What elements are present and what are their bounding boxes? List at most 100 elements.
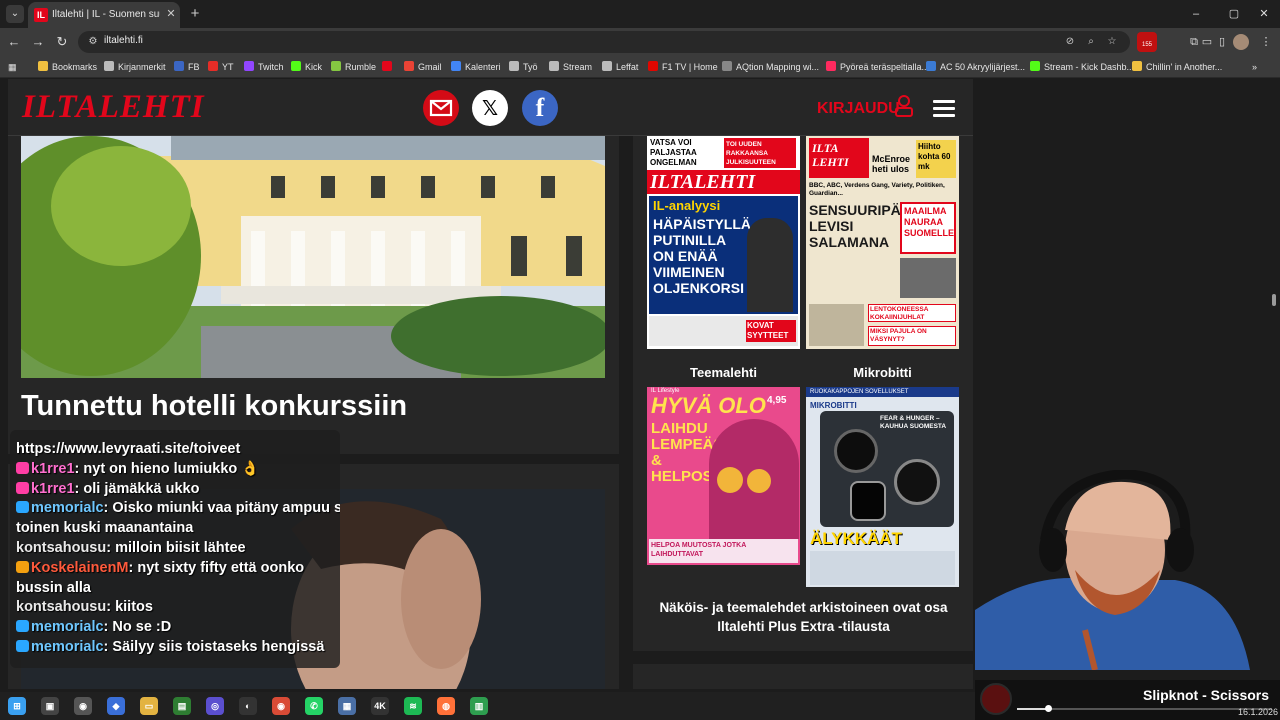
address-bar[interactable]: ⚙ iltalehti.fi ⊘ ⌕ ☆ <box>78 31 1130 53</box>
cover-watches-photo: FEAR & HUNGER – KAUHUA SUOMESTA <box>820 411 954 527</box>
tab-search-button[interactable]: ⌄ <box>6 5 24 23</box>
bookmark-bookmarks[interactable]: Bookmarks <box>38 60 97 74</box>
iltalehti-logo[interactable]: ILTALEHTI <box>22 89 204 125</box>
bookmark-kalenteri[interactable]: Kalenteri <box>451 60 501 74</box>
minimize-button[interactable]: – <box>1188 6 1204 22</box>
iltalehti-archive-cover[interactable]: ILTA LEHTI McEnroe heti ulos Hiihto koht… <box>806 136 959 349</box>
zoom-icon[interactable]: ⌕ <box>1084 35 1098 49</box>
bookmark-leffat[interactable]: Leffat <box>602 60 638 74</box>
shop-icon <box>826 61 836 71</box>
cover-bottom <box>810 551 955 585</box>
file-explorer-icon[interactable]: ▭ <box>140 697 158 715</box>
bookmark-label: Kalenteri <box>465 62 501 72</box>
teemalehti-cover[interactable]: IL Lifestyle HYVÄ OLO 4,95 LAIHDU LEMPEÄ… <box>647 387 800 565</box>
aqtion-icon <box>722 61 732 71</box>
new-tab-button[interactable]: + <box>186 5 204 23</box>
app-icon[interactable]: ▤ <box>173 697 191 715</box>
chat-message: k1rre1: nyt on hieno lumiukko 👌 <box>16 460 259 478</box>
f1-icon <box>648 61 658 71</box>
app-icon[interactable]: ▥ <box>470 697 488 715</box>
cover-kicker: IL-analyysi <box>653 198 721 213</box>
bookmark-pyöreä-teräspeltialla[interactable]: Pyöreä teräspeltialla... <box>826 60 929 74</box>
bookmarks-overflow-icon[interactable]: » <box>1252 60 1257 74</box>
bookmark-chillin-in-another[interactable]: Chillin' in Another... <box>1132 60 1222 74</box>
bookmark-rumble[interactable]: Rumble <box>331 60 376 74</box>
close-window-button[interactable]: ✕ <box>1256 6 1272 22</box>
chrome-icon[interactable]: ◉ <box>272 697 290 715</box>
iltalehti-cover-today[interactable]: VATSA VOI PALJASTAA ONGELMAN TOI UUDEN R… <box>647 136 800 349</box>
chat-badge-icon <box>16 620 29 633</box>
mikrobitti-cover[interactable]: RUOKAKAPPOJEN SOVELLUKSET MIKROBITTI FEA… <box>806 387 959 587</box>
putin-photo <box>747 218 793 312</box>
chat-text: : kiitos <box>106 599 153 616</box>
task-view-icon[interactable]: ▣ <box>41 697 59 715</box>
site-info-icon[interactable]: ⚙ <box>86 35 100 49</box>
archive-note-text[interactable]: Näköis- ja teemalehdet arkistoineen ovat… <box>641 598 966 638</box>
cast-icon[interactable]: ▭ <box>1199 34 1215 50</box>
now-playing-title: Slipknot - Scissors <box>1143 687 1270 703</box>
bookmark-star-icon[interactable]: ☆ <box>1105 35 1119 49</box>
bookmark-label: Chillin' in Another... <box>1146 62 1223 72</box>
cover-fruit <box>747 469 771 493</box>
whatsapp-icon[interactable]: ✆ <box>305 697 323 715</box>
bookmark-ac-50-akryylijärjest[interactable]: AC 50 Akryylijärjest... <box>926 60 1025 74</box>
bookmark-gmail[interactable]: Gmail <box>404 60 442 74</box>
bookmark-stream[interactable]: Stream <box>549 60 592 74</box>
app-icon[interactable]: ◎ <box>206 697 224 715</box>
playback-progress-bar[interactable] <box>1017 705 1272 712</box>
scrollbar-thumb[interactable] <box>1272 294 1276 306</box>
back-icon[interactable]: ← <box>6 34 22 50</box>
bookmark-f1-tv-home[interactable]: F1 TV | Home <box>648 60 718 74</box>
spotify-icon[interactable]: ≋ <box>404 697 422 715</box>
mail-icon[interactable] <box>423 90 459 126</box>
hamburger-menu-icon[interactable] <box>933 100 955 117</box>
forward-icon[interactable]: → <box>30 34 46 50</box>
reload-icon[interactable]: ↻ <box>54 34 70 50</box>
hotel-photo[interactable] <box>21 136 605 378</box>
chat-text: : No se :D <box>103 619 172 636</box>
chat-message: memorialc: Säilyy siis toistaseks hengis… <box>16 638 324 656</box>
app-icon[interactable]: ▦ <box>338 697 356 715</box>
app-icon[interactable]: ◉ <box>74 697 92 715</box>
tab-close-icon[interactable]: ✕ <box>164 7 178 21</box>
bookmark-kirjanmerkit[interactable]: Kirjanmerkit <box>104 60 166 74</box>
url-text[interactable]: iltalehti.fi <box>104 35 143 49</box>
apps-grid-icon[interactable]: ▦ <box>8 60 20 74</box>
envelope-icon <box>429 99 453 117</box>
menu-kebab-icon[interactable]: ⋮ <box>1258 34 1274 50</box>
chat-username: k1rre1 <box>31 460 75 477</box>
bookmark-iltalehti[interactable] <box>382 60 396 74</box>
windows-icon[interactable]: ⊞ <box>8 697 26 715</box>
firefox-icon[interactable]: ◍ <box>437 697 455 715</box>
cover-teaser: LENTOKONEESSA KOKAIINIJUHLAT <box>868 304 956 322</box>
tab-iltalehti[interactable]: IL Iltalehti | IL - Suomen suurin uu ✕ <box>28 2 180 28</box>
mikrobitti-label[interactable]: Mikrobitti <box>806 364 959 382</box>
restore-button[interactable]: ▢ <box>1226 6 1242 22</box>
facebook-icon[interactable]: f <box>522 90 558 126</box>
bookmark-yt[interactable]: YT <box>208 60 234 74</box>
app-icon[interactable]: 4K <box>371 697 389 715</box>
article-headline[interactable]: Tunnettu hotelli konkurssiin <box>21 386 605 426</box>
login-link[interactable]: KIRJAUDU <box>817 99 900 119</box>
bookmark-aqtion-mapping-wi[interactable]: AQtion Mapping wi... <box>722 60 819 74</box>
bookmark-työ[interactable]: Työ <box>509 60 538 74</box>
extension-badge-icon[interactable]: 155 <box>1137 32 1157 52</box>
tracking-blocked-icon[interactable]: ⊘ <box>1063 35 1077 49</box>
split-icon[interactable]: ▯ <box>1214 34 1230 50</box>
cover-price: 4,95 <box>767 395 787 406</box>
bookmark-fb[interactable]: FB <box>174 60 200 74</box>
chat-message: bussin alla <box>16 579 91 597</box>
chat-text: : Säilyy siis toistaseks hengissä <box>103 639 325 655</box>
bookmark-twitch[interactable]: Twitch <box>244 60 284 74</box>
app-icon[interactable]: ◐ <box>239 697 257 715</box>
teemalehti-label[interactable]: Teemalehti <box>647 364 800 382</box>
star-icon <box>38 61 48 71</box>
app-icon[interactable]: ◆ <box>107 697 125 715</box>
user-icon[interactable] <box>894 95 914 117</box>
profile-avatar[interactable] <box>1233 34 1249 50</box>
webcam-overlay <box>975 470 1280 670</box>
bookmark-stream-kick-dashb[interactable]: Stream - Kick Dashb... <box>1030 60 1134 74</box>
bookmark-kick[interactable]: Kick <box>291 60 322 74</box>
playback-progress-knob[interactable] <box>1044 705 1052 712</box>
x-twitter-icon[interactable]: 𝕏 <box>472 90 508 126</box>
